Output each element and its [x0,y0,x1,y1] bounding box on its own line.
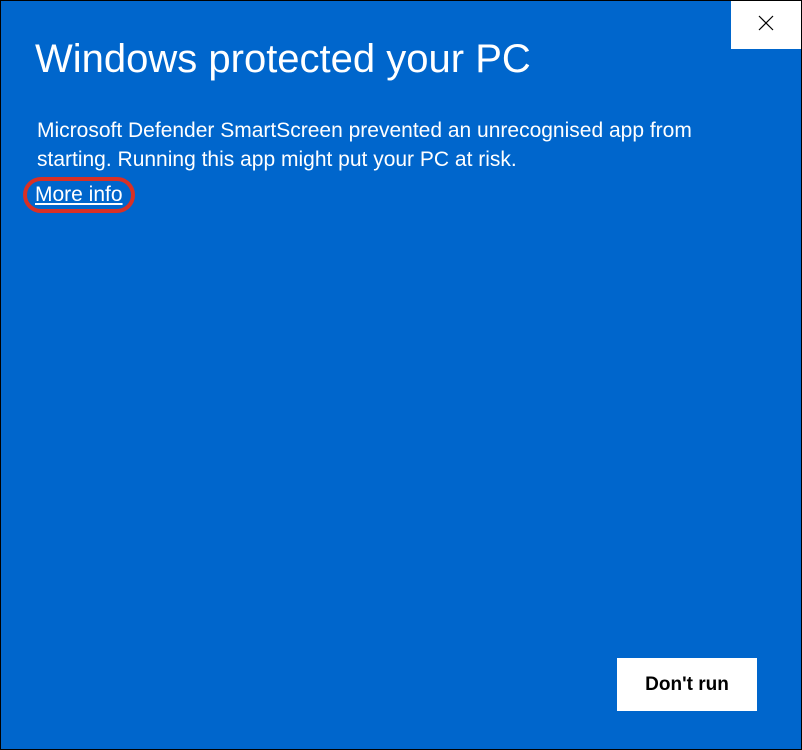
more-info-container: More info [27,181,131,209]
close-button[interactable] [731,1,801,49]
dialog-title: Windows protected your PC [1,1,801,82]
more-info-link[interactable]: More info [27,181,131,209]
dont-run-button[interactable]: Don't run [617,658,757,711]
close-icon [758,15,774,36]
dialog-message: Microsoft Defender SmartScreen prevented… [1,82,801,175]
